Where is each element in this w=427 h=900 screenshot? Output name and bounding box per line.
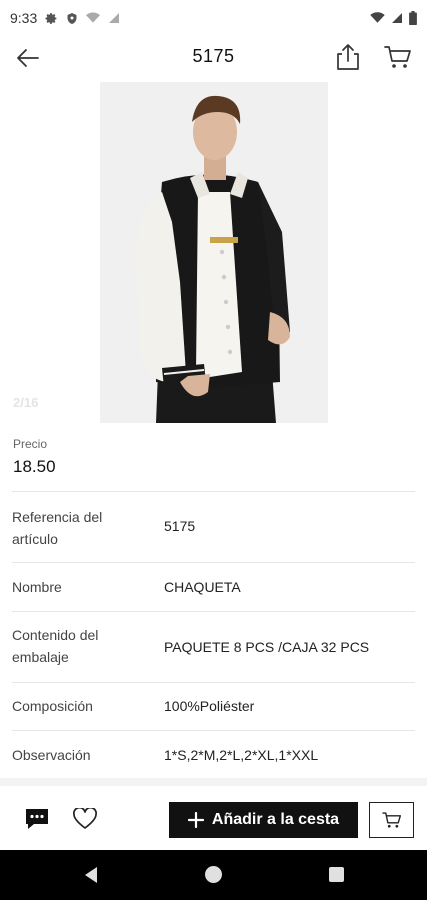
product-image[interactable] — [100, 82, 328, 423]
spec-label: Referencia del artículo — [12, 509, 103, 547]
spec-row-name: Nombre CHAQUETA — [0, 563, 427, 611]
section-separator — [0, 778, 427, 786]
app-bar: 5175 — [0, 36, 427, 80]
view-cart-button[interactable] — [369, 802, 414, 838]
add-to-cart-label: Añadir a la cesta — [211, 811, 340, 828]
nav-back-icon[interactable] — [82, 866, 100, 884]
image-counter: 2/16 — [13, 395, 39, 410]
system-navigation-bar — [0, 850, 427, 900]
wifi-icon — [370, 12, 385, 23]
add-to-cart-button[interactable]: Añadir a la cesta — [169, 802, 358, 838]
status-time: 9:33 — [10, 10, 38, 26]
shield-icon — [67, 12, 77, 24]
divider — [12, 491, 415, 492]
status-bar: 9:33 — [0, 0, 427, 36]
page-title: 5175 — [192, 46, 235, 66]
plus-icon — [187, 812, 204, 828]
spec-label: Nombre — [12, 579, 62, 595]
spec-row-reference: Referencia del artículo 5175 — [0, 502, 427, 560]
cart-icon[interactable] — [384, 44, 412, 70]
nav-home-icon[interactable] — [205, 866, 222, 883]
cart-icon — [381, 812, 401, 828]
spec-label: Composición — [12, 698, 93, 714]
spec-value: CHAQUETA — [164, 579, 241, 595]
signal-icon — [392, 13, 402, 23]
nav-recents-icon[interactable] — [329, 867, 344, 882]
bottom-action-bar: Añadir a la cesta — [0, 786, 427, 850]
battery-icon — [409, 11, 417, 25]
spec-row-composition: Composición 100%Poliéster — [0, 683, 427, 729]
jacket-photo — [100, 82, 328, 423]
settings-icon — [45, 12, 57, 24]
spec-row-observation: Observación 1*S,2*M,2*L,2*XL,1*XXL — [0, 731, 427, 777]
spec-row-packaging: Contenido del embalaje PAQUETE 8 PCS /CA… — [0, 612, 427, 682]
chat-icon[interactable] — [24, 807, 50, 831]
price-block: Precio 18.50 — [13, 437, 56, 477]
spec-label: Observación — [12, 747, 91, 763]
heart-icon[interactable] — [73, 808, 97, 830]
spec-label: Contenido del embalaje — [12, 627, 99, 665]
signal-off-icon — [109, 13, 120, 23]
price-label: Precio — [13, 437, 48, 451]
spec-value: 5175 — [164, 518, 196, 534]
wifi-off-icon — [86, 12, 101, 23]
spec-value: 1*S,2*M,2*L,2*XL,1*XXL — [164, 747, 319, 763]
price-value: 18.50 — [13, 457, 56, 476]
spec-value: PAQUETE 8 PCS /CAJA 32 PCS — [164, 639, 370, 655]
share-icon[interactable] — [334, 42, 362, 72]
spec-value: 100%Poliéster — [164, 698, 255, 714]
